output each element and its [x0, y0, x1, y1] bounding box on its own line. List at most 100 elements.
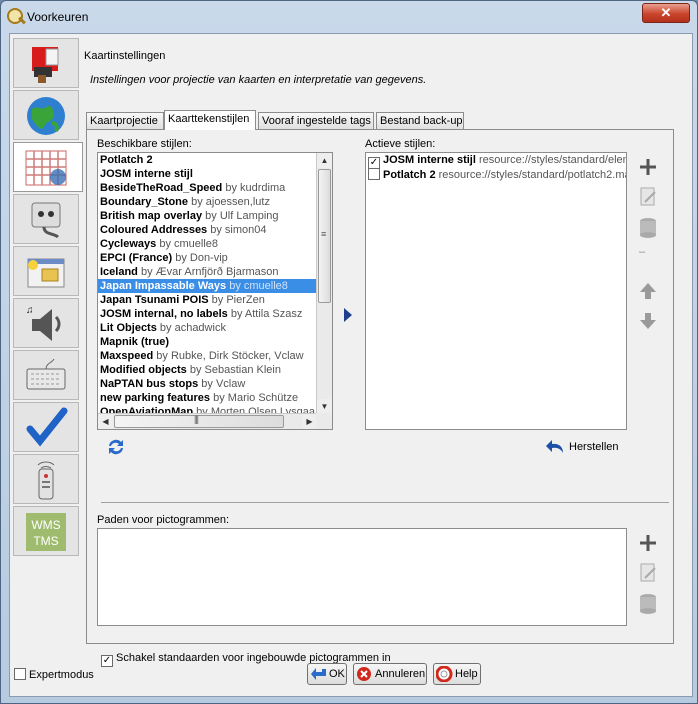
edit-icon[interactable]: [637, 186, 659, 208]
keyboard-icon: [26, 358, 66, 390]
available-styles-list[interactable]: Potlatch 2 JOSM interne stijl BesideTheRoa…: [97, 152, 333, 430]
default-icons-label: Schakel standaarden voor ingebouwde pict…: [116, 652, 391, 664]
available-style-item[interactable]: Iceland by Ævar Arnfjörð Bjarmason: [98, 265, 332, 279]
cancel-button[interactable]: Annuleren: [353, 663, 427, 685]
style-name: BesideTheRoad_Speed: [100, 182, 223, 194]
move-up-icon[interactable]: [637, 280, 659, 302]
sidebar-item-imagery[interactable]: WMS TMS: [13, 506, 79, 556]
preferences-window: Voorkeuren ✕ ♫ WMS TMS Kaartinstellingen…: [0, 0, 698, 704]
scroll-up-button[interactable]: ▲: [317, 153, 332, 168]
style-name: Modified objects: [100, 364, 187, 376]
activate-style-arrow-icon[interactable]: [343, 307, 353, 323]
style-name: Boundary_Stone: [100, 196, 189, 208]
delete-icon[interactable]: [637, 216, 659, 238]
horizontal-scroll-thumb[interactable]: [114, 415, 284, 428]
style-name: JOSM internal, no labels: [100, 308, 228, 320]
edit-path-icon[interactable]: [637, 562, 659, 584]
sidebar-item-menu[interactable]: [13, 246, 79, 296]
style-author: by Sebastian Klein: [189, 364, 281, 376]
remote-icon: [37, 461, 55, 500]
available-style-item[interactable]: British map overlay by Ulf Lamping: [98, 209, 332, 223]
icon-paths-label: Paden voor pictogrammen:: [97, 514, 230, 526]
expert-mode-checkbox[interactable]: [14, 668, 26, 680]
available-style-item[interactable]: Modified objects by Sebastian Klein: [98, 363, 332, 377]
style-author: by cmuelle8: [159, 238, 219, 250]
add-path-icon[interactable]: [637, 532, 659, 554]
available-style-item[interactable]: BesideTheRoad_Speed by kudrdima: [98, 181, 332, 195]
wms-tms-icon: WMS TMS: [26, 513, 66, 551]
available-style-item[interactable]: Japan Tsunami POIS by PierZen: [98, 293, 332, 307]
available-style-item[interactable]: JOSM interne stijl: [98, 167, 332, 181]
title-bar: Voorkeuren ✕: [1, 1, 697, 33]
default-icons-option[interactable]: ✓ Schakel standaarden voor ingebouwde pic…: [101, 652, 391, 667]
available-style-item[interactable]: Japan Impassable Ways by cmuelle8: [98, 279, 332, 293]
active-styles-label: Actieve stijlen:: [365, 138, 436, 150]
active-style-checkbox[interactable]: [368, 168, 380, 180]
sidebar-item-validator[interactable]: [13, 402, 79, 452]
delete-path-icon[interactable]: [637, 592, 659, 614]
sidebar-item-map-settings[interactable]: [13, 142, 83, 192]
available-style-item[interactable]: Lit Objects by achadwick: [98, 321, 332, 335]
style-name: Lit Objects: [100, 322, 157, 334]
expert-mode-option[interactable]: Expertmodus: [14, 668, 94, 681]
toolbar-separator: –: [639, 246, 646, 258]
sidebar-item-display[interactable]: [13, 38, 79, 88]
available-style-item[interactable]: NaPTAN bus stops by Vclaw: [98, 377, 332, 391]
default-icons-checkbox[interactable]: ✓: [101, 655, 113, 667]
section-divider: [101, 502, 669, 503]
available-style-item[interactable]: JOSM internal, no labels by Attila Szasz: [98, 307, 332, 321]
style-author: by kudrdima: [225, 182, 286, 194]
active-styles-list[interactable]: ✓ JOSM interne stijl resource://styles/st…: [365, 152, 627, 430]
active-style-item[interactable]: Potlatch 2 resource://styles/standard/po…: [366, 168, 626, 183]
tab-map-paint-styles[interactable]: Kaarttekenstijlen: [164, 110, 256, 130]
style-author: by cmuelle8: [229, 280, 288, 292]
style-author: by Vclaw: [201, 378, 246, 390]
checkmark-icon: [26, 407, 68, 447]
sidebar-item-audio[interactable]: ♫: [13, 298, 79, 348]
restore-button[interactable]: Herstellen: [543, 436, 627, 458]
page-description: Instellingen voor projectie van kaarten …: [90, 74, 427, 86]
paint-brush-icon: [32, 47, 59, 83]
available-style-item[interactable]: new parking features by Mario Schütze: [98, 391, 332, 405]
help-lifebuoy-icon: [436, 666, 453, 682]
available-styles-rows: Potlatch 2 JOSM interne stijl BesideTheRoa…: [98, 153, 332, 419]
available-style-item[interactable]: Potlatch 2: [98, 153, 332, 167]
available-vertical-scrollbar[interactable]: ▲ ≡ ▼: [316, 153, 332, 415]
available-style-item[interactable]: Cycleways by cmuelle8: [98, 237, 332, 251]
scroll-right-button[interactable]: ▶: [302, 414, 317, 429]
style-name: new parking features: [100, 392, 211, 404]
available-style-item[interactable]: Maxspeed by Rubke, Dirk Stöcker, Vclaw: [98, 349, 332, 363]
help-button[interactable]: Help: [433, 663, 481, 685]
sidebar-item-plugins[interactable]: [13, 194, 79, 244]
page-title: Kaartinstellingen: [84, 50, 166, 62]
style-source: resource://styles/standard/potlatch2.map…: [438, 169, 626, 181]
move-down-icon[interactable]: [637, 310, 659, 332]
available-horizontal-scrollbar[interactable]: ◀ ||| ▶: [98, 413, 318, 429]
available-style-item[interactable]: EPCI (France) by Don-vip: [98, 251, 332, 265]
add-icon[interactable]: [637, 156, 659, 178]
ok-arrow-icon: [311, 668, 326, 680]
scroll-down-button[interactable]: ▼: [317, 399, 332, 414]
sidebar-item-connection[interactable]: [13, 90, 79, 140]
style-author: by Mario Schütze: [213, 392, 299, 404]
available-style-item[interactable]: Coloured Addresses by simon04: [98, 223, 332, 237]
sidebar-item-remote[interactable]: [13, 454, 79, 504]
scroll-left-button[interactable]: ◀: [98, 414, 113, 429]
tab-map-projection[interactable]: Kaartprojectie: [86, 112, 164, 129]
globe-icon: [27, 97, 65, 135]
refresh-icon[interactable]: [105, 436, 127, 458]
tab-file-backup[interactable]: Bestand back-up: [376, 112, 464, 129]
close-button[interactable]: ✕: [642, 3, 690, 23]
icon-paths-list[interactable]: [97, 528, 627, 626]
undo-arrow-icon: [546, 440, 563, 453]
tab-tagging-presets[interactable]: Vooraf ingestelde tags: [258, 112, 374, 129]
ok-button[interactable]: OK: [307, 663, 347, 685]
available-style-item[interactable]: Boundary_Stone by ajoessen,lutz: [98, 195, 332, 209]
sidebar-item-shortcuts[interactable]: [13, 350, 79, 400]
style-author: by achadwick: [159, 322, 226, 334]
active-style-item[interactable]: ✓ JOSM interne stijl resource://styles/st…: [366, 153, 626, 169]
preferences-sidebar: ♫ WMS TMS: [13, 38, 83, 588]
available-style-item[interactable]: Mapnik (true): [98, 335, 332, 349]
style-author: by Ulf Lamping: [205, 210, 279, 222]
style-source: resource://styles/standard/elemstyles.ma…: [478, 154, 626, 166]
